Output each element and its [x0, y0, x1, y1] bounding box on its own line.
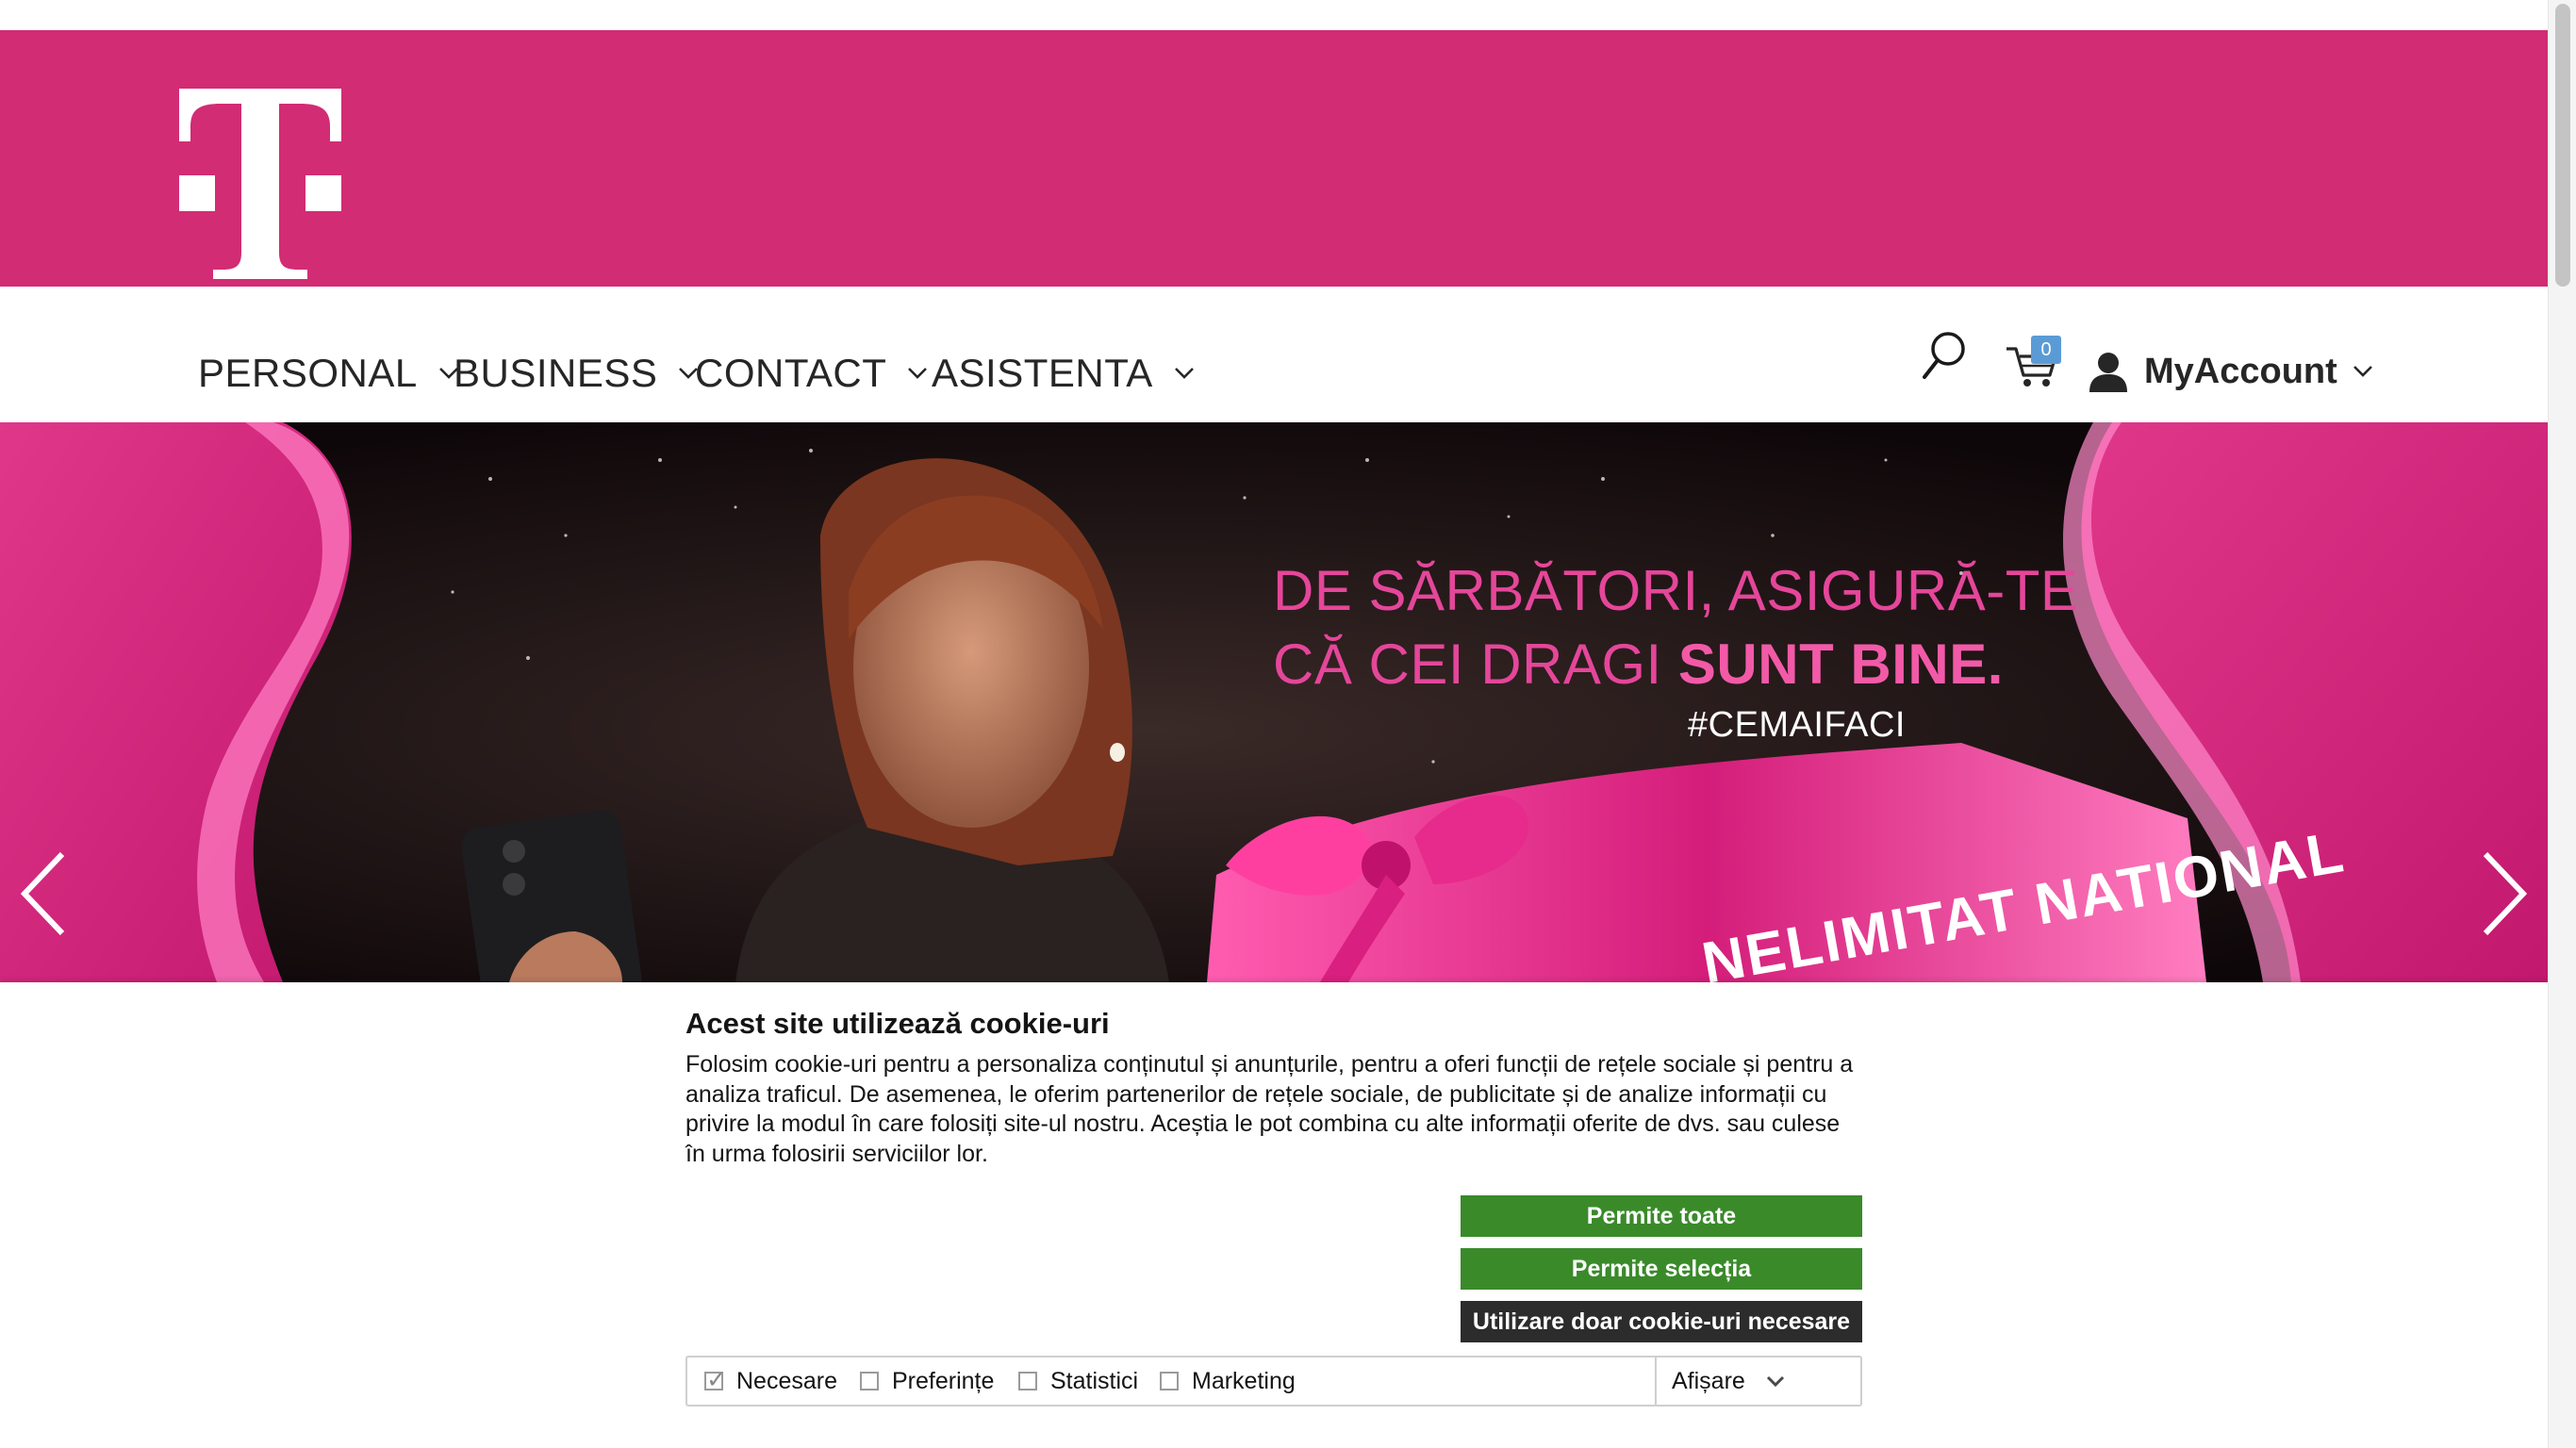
chevron-down-icon [1174, 368, 1194, 379]
search-icon[interactable] [1920, 330, 1967, 383]
option-statistici[interactable]: Statistici [1018, 1358, 1138, 1405]
main-nav: PERSONAL BUSINESS CONTACT ASISTENTA 0 My… [0, 287, 2548, 422]
page: PERSONAL BUSINESS CONTACT ASISTENTA 0 My… [0, 0, 2576, 1448]
consent-options-bar: Necesare Preferințe Statistici Marketing… [685, 1356, 1862, 1407]
hero-title-line1: DE SĂRBĂTORI, ASIGURĂ-TE [1273, 559, 2079, 622]
page-scrollbar[interactable] [2548, 0, 2576, 1448]
myaccount-menu[interactable]: MyAccount [2088, 343, 2373, 400]
chevron-down-icon [2353, 366, 2372, 377]
preferinte-checkbox[interactable] [860, 1372, 879, 1390]
hero-title-line2: CĂ CEI DRAGI SUNT BINE. [1273, 628, 2027, 701]
option-preferinte[interactable]: Preferințe [860, 1358, 994, 1405]
nav-item-label: PERSONAL [198, 351, 418, 395]
cookie-title: Acest site utilizează cookie-uri [685, 1007, 1110, 1040]
telekom-t-logo[interactable] [179, 89, 341, 279]
option-label: Statistici [1050, 1367, 1139, 1394]
option-marketing[interactable]: Marketing [1160, 1358, 1296, 1405]
chevron-down-icon [1766, 1375, 1784, 1387]
option-label: Necesare [736, 1367, 837, 1394]
cart-count-badge: 0 [2031, 336, 2061, 364]
myaccount-label: MyAccount [2144, 351, 2337, 391]
top-header [0, 30, 2548, 287]
nav-item-label: BUSINESS [454, 351, 658, 395]
chevron-right-icon[interactable] [2474, 847, 2531, 941]
user-icon [2089, 353, 2127, 392]
nav-item-label: ASISTENTA [932, 351, 1153, 395]
nav-item-asistenta[interactable]: ASISTENTA [932, 345, 1195, 402]
option-necesare[interactable]: Necesare [704, 1358, 837, 1405]
hero-title-line2-regular: CĂ CEI DRAGI [1273, 633, 1678, 696]
scrollbar-thumb[interactable] [2555, 4, 2570, 287]
chevron-down-icon [908, 368, 928, 379]
hero-hashtag: #CEMAIFACI [1688, 705, 1906, 745]
hero-title: DE SĂRBĂTORI, ASIGURĂ-TE CĂ CEI DRAGI SU… [1273, 554, 2079, 701]
chevron-left-icon[interactable] [17, 847, 74, 941]
option-label: Preferințe [892, 1367, 995, 1394]
nav-item-contact[interactable]: CONTACT [695, 345, 928, 402]
allow-selection-button[interactable]: Permite selecția [1461, 1248, 1862, 1290]
cookie-description: Folosim cookie-uri pentru a personaliza … [685, 1051, 1854, 1167]
hero-title-line2-bold: SUNT BINE. [1677, 633, 2004, 696]
marketing-checkbox[interactable] [1160, 1372, 1179, 1390]
necesare-checkbox[interactable] [704, 1366, 727, 1394]
option-label: Marketing [1192, 1367, 1296, 1394]
nav-item-label: CONTACT [695, 351, 887, 395]
nav-item-personal[interactable]: PERSONAL [198, 345, 459, 402]
nav-item-business[interactable]: BUSINESS [454, 345, 699, 402]
show-details-toggle[interactable]: Afișare [1655, 1358, 1860, 1405]
cookie-consent-panel: Acest site utilizează cookie-uri Folosim… [0, 982, 2548, 1448]
statistici-checkbox[interactable] [1018, 1372, 1037, 1390]
details-label: Afișare [1672, 1367, 1745, 1394]
hero-carousel: DE SĂRBĂTORI, ASIGURĂ-TE CĂ CEI DRAGI SU… [0, 422, 2548, 982]
necessary-only-button[interactable]: Utilizare doar cookie-uri necesare [1461, 1301, 1862, 1342]
allow-all-button[interactable]: Permite toate [1461, 1195, 1862, 1237]
